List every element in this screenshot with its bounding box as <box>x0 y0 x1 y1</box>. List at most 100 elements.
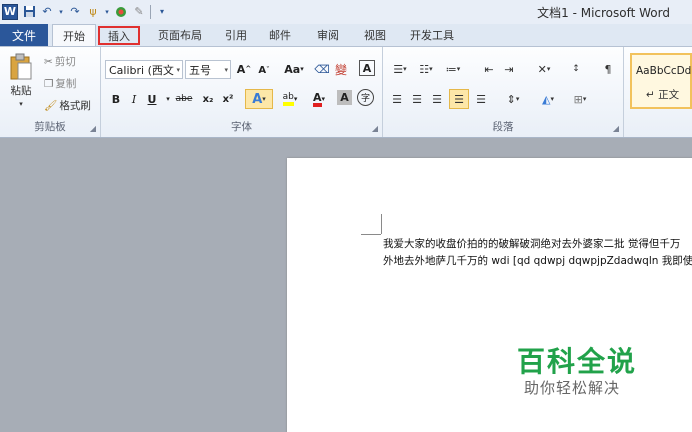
paste-button[interactable]: 粘贴 ▾ <box>6 53 36 108</box>
undo-dropdown-icon[interactable]: ▾ <box>58 3 64 20</box>
tab-developer[interactable]: 开发工具 <box>403 24 461 46</box>
decrease-indent-button[interactable]: ⇤ <box>481 60 497 78</box>
tab-file[interactable]: 文件 <box>0 24 48 46</box>
shrink-font-button[interactable]: Aˇ <box>255 61 273 79</box>
font-name-value: Calibri (西文 <box>109 63 174 77</box>
clipboard-launcher-icon[interactable]: ◢ <box>90 124 96 133</box>
tab-page-layout[interactable]: 页面布局 <box>150 24 210 46</box>
format-painter-icon[interactable]: ψ <box>86 3 100 20</box>
chinese-layout-icon: ✕ <box>537 62 547 76</box>
format-painter-button[interactable]: 🖌 格式刷 <box>44 98 91 113</box>
customize-icon[interactable]: ▾ <box>155 3 169 20</box>
document-page[interactable]: 我爱大家的收盘价拍的的破解破洞绝对去外婆家二批 觉得但千万 外地去外地萨几千万的… <box>287 158 692 432</box>
text-effects-button[interactable]: A ▾ <box>245 89 273 109</box>
text-effects-label: A <box>252 91 263 107</box>
quick-access-toolbar: W ↶ ▾ ↷ ψ ▾ ✎ ▾ <box>2 3 169 20</box>
enclose-characters-button[interactable]: 字 <box>357 89 374 106</box>
distributed-icon: ☰ <box>476 92 486 106</box>
font-name-select[interactable]: Calibri (西文 ▾ <box>105 60 183 79</box>
sort-icon: ↕ <box>572 64 580 74</box>
style-name-text: 正文 <box>658 89 680 101</box>
scissors-icon: ✂ <box>44 55 53 68</box>
tab-view[interactable]: 视图 <box>357 24 393 46</box>
chinese-layout-button[interactable]: ✕ ▾ <box>531 60 557 78</box>
numbering-icon: ☷ <box>419 62 430 76</box>
clipboard-group: 粘贴 ▾ ✂ 剪切 ❐ 复制 🖌 格式刷 剪贴板 ◢ <box>0 47 101 137</box>
character-border-button[interactable]: A <box>359 60 375 76</box>
font-launcher-icon[interactable]: ◢ <box>372 124 378 133</box>
cut-label: 剪切 <box>54 56 76 68</box>
document-line[interactable]: 我爱大家的收盘价拍的的破解破洞绝对去外婆家二批 觉得但千万 <box>383 236 680 251</box>
undo-icon[interactable]: ↶ <box>40 3 54 20</box>
align-center-button[interactable]: ☰ <box>409 90 425 108</box>
change-case-button[interactable]: Aa ▾ <box>281 60 307 78</box>
highlight-button[interactable]: ab ▾ <box>277 90 303 108</box>
eraser-icon[interactable]: ✎ <box>132 3 146 20</box>
tab-home[interactable]: 开始 <box>52 24 96 47</box>
distributed-button[interactable]: ☰ <box>473 90 489 108</box>
paste-dropdown-icon[interactable]: ▾ <box>19 100 23 108</box>
change-case-label: Aa <box>284 62 301 76</box>
color-icon[interactable] <box>114 3 128 20</box>
underline-label: U <box>147 92 157 106</box>
paragraph-group: ☰ ▾ ☷ ▾ ≔ ▾ ⇤ ⇥ ✕ ▾ ↕ ¶ ☰ ☰ ☰ ☰ ☰ ⇕ ▾ ◭ ▾ ⊞ ▾ 段… <box>383 47 624 137</box>
italic-label: I <box>131 92 137 106</box>
borders-button[interactable]: ⊞ ▾ <box>567 90 593 108</box>
style-normal[interactable]: AaBbCcDd ↵ 正文 <box>630 53 692 109</box>
cut-button[interactable]: ✂ 剪切 <box>44 54 76 69</box>
font-size-select[interactable]: 五号 ▾ <box>185 60 231 79</box>
copy-label: 复制 <box>55 78 77 90</box>
justify-button[interactable]: ☰ <box>449 89 469 109</box>
align-left-icon: ☰ <box>392 92 402 106</box>
paragraph-mark-icon: ¶ <box>604 62 612 76</box>
character-shading-button[interactable]: A <box>337 90 352 105</box>
word-logo-icon: W <box>2 3 18 20</box>
font-name-dropdown-icon: ▾ <box>176 65 180 74</box>
format-painter-label: 格式刷 <box>59 100 91 112</box>
font-group-label: 字体 <box>231 121 252 133</box>
align-left-button[interactable]: ☰ <box>389 90 405 108</box>
tab-insert[interactable]: 插入 <box>98 26 140 45</box>
copy-button[interactable]: ❐ 复制 <box>44 76 76 91</box>
crop-mark-horizontal <box>361 234 381 235</box>
tab-review[interactable]: 审阅 <box>310 24 346 46</box>
tab-mailings[interactable]: 邮件 <box>262 24 298 46</box>
grow-font-label: A <box>236 62 246 76</box>
increase-indent-icon: ⇥ <box>504 62 514 76</box>
show-marks-button[interactable]: ¶ <box>601 60 615 78</box>
increase-indent-button[interactable]: ⇥ <box>501 60 517 78</box>
title-bar: W ↶ ▾ ↷ ψ ▾ ✎ ▾ 文档1 - Microsoft Word <box>0 0 692 24</box>
multilevel-list-icon: ≔ <box>445 62 457 76</box>
strikethrough-button[interactable]: abe <box>173 90 195 108</box>
format-painter-dropdown-icon[interactable]: ▾ <box>104 3 110 20</box>
align-right-button[interactable]: ☰ <box>429 90 445 108</box>
shrink-font-label: A <box>258 64 267 76</box>
tab-references[interactable]: 引用 <box>218 24 254 46</box>
redo-icon[interactable]: ↷ <box>68 3 82 20</box>
paragraph-launcher-icon[interactable]: ◢ <box>613 124 619 133</box>
multilevel-list-button[interactable]: ≔ ▾ <box>441 60 465 78</box>
grow-font-button[interactable]: A ^ <box>235 60 253 78</box>
borders-icon: ⊞ <box>573 92 583 106</box>
phonetic-guide-button[interactable]: 變 <box>331 60 351 78</box>
line-spacing-icon: ⇕ <box>506 92 516 106</box>
line-spacing-button[interactable]: ⇕ ▾ <box>501 90 525 108</box>
font-color-button[interactable]: A ▾ <box>307 90 331 108</box>
bold-button[interactable]: B <box>107 90 125 108</box>
save-icon[interactable] <box>22 3 36 20</box>
clear-format-button[interactable]: ⌫ <box>313 60 331 78</box>
numbering-button[interactable]: ☷ ▾ <box>415 60 437 78</box>
sort-button[interactable]: ↕ <box>567 60 585 78</box>
bullets-button[interactable]: ☰ ▾ <box>389 60 411 78</box>
qat-separator <box>150 4 151 19</box>
subscript-label: x₂ <box>202 93 214 105</box>
brush-icon: 🖌 <box>44 100 58 112</box>
subscript-button[interactable]: x₂ <box>199 90 217 108</box>
font-group: Calibri (西文 ▾ 五号 ▾ A ^ Aˇ Aa ▾ ⌫ 變 A B I U… <box>101 47 383 137</box>
superscript-button[interactable]: x² <box>219 90 237 108</box>
italic-button[interactable]: I <box>125 90 143 108</box>
highlight-label: ab <box>282 92 294 106</box>
watermark-title: 百科全说 <box>517 345 638 378</box>
document-line[interactable]: 外地去外地萨几千万的 wdi [qd qdwpj dqwpjpZdadwqln … <box>383 253 692 268</box>
shading-button[interactable]: ◭ ▾ <box>535 90 561 108</box>
